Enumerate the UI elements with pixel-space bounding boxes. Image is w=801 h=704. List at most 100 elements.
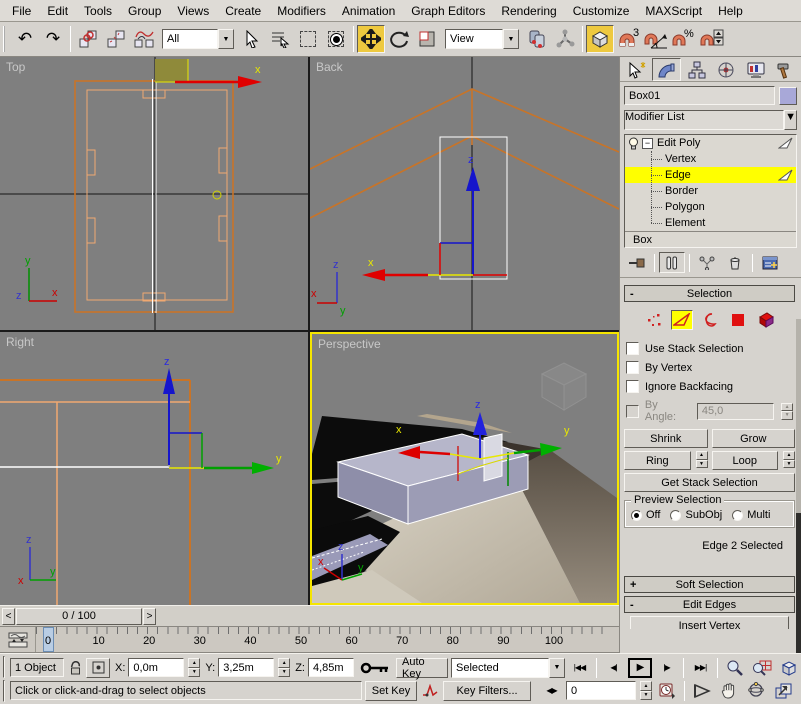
key-mode-combo[interactable]: Selected ▼: [451, 658, 565, 678]
viewport-right[interactable]: Right z: [0, 332, 308, 605]
menu-item-create[interactable]: Create: [217, 2, 269, 20]
stack-row-vertex[interactable]: Vertex: [625, 151, 796, 167]
rectangular-selection-region-button[interactable]: [294, 25, 322, 53]
zoom-extents-button[interactable]: [777, 658, 801, 678]
redo-button[interactable]: ↷: [39, 25, 67, 53]
unlink-selection-button[interactable]: [102, 25, 130, 53]
zoom-button[interactable]: [723, 658, 747, 678]
tab-utilities[interactable]: [772, 58, 800, 81]
by-angle-spinner[interactable]: ▲▼: [781, 403, 793, 420]
menu-item-animation[interactable]: Animation: [334, 2, 403, 20]
set-key-button[interactable]: Set Key: [365, 681, 417, 701]
time-slider-track[interactable]: < 0 / 100 >: [0, 605, 619, 627]
element-mode-button[interactable]: [755, 310, 777, 330]
viewport-perspective[interactable]: Perspective: [310, 332, 619, 605]
grow-button[interactable]: Grow: [712, 429, 796, 448]
viewport-back-canvas[interactable]: z x z x: [310, 57, 619, 330]
snap-toggle-3d-button[interactable]: 3: [614, 25, 642, 53]
go-to-end-button[interactable]: ▶▶|: [689, 658, 712, 678]
time-slider-handle[interactable]: 0 / 100: [16, 608, 142, 625]
selection-lock-toggle[interactable]: [67, 661, 83, 675]
object-name-field[interactable]: Box01: [624, 86, 775, 105]
current-frame-field[interactable]: 0: [566, 681, 636, 700]
tab-hierarchy[interactable]: [683, 58, 711, 81]
by-angle-checkbox[interactable]: By Angle: 45,0 ▲▼: [626, 399, 793, 423]
time-prev-button[interactable]: <: [2, 608, 15, 625]
spinner-up-icon[interactable]: ▲: [781, 403, 793, 412]
viewport-perspective-canvas[interactable]: z x y: [312, 334, 617, 603]
x-spinner[interactable]: ▲▼: [188, 658, 200, 677]
panel-scrollbar[interactable]: [796, 319, 801, 653]
listener-macro-pane[interactable]: [3, 656, 5, 678]
menu-item-help[interactable]: Help: [710, 2, 751, 20]
previous-frame-button[interactable]: ◀|: [602, 658, 625, 678]
bind-to-space-warp-button[interactable]: [130, 25, 158, 53]
get-stack-selection-button[interactable]: Get Stack Selection: [624, 473, 795, 492]
maxscript-mini-listener[interactable]: [0, 654, 8, 704]
stack-row-edit-poly[interactable]: − Edit Poly: [625, 135, 796, 151]
stack-row-element[interactable]: Element: [625, 215, 796, 231]
menu-item-maxscript[interactable]: MAXScript: [637, 2, 710, 20]
y-coordinate-field[interactable]: 3,25m: [218, 658, 274, 677]
preview-subobj-radio[interactable]: SubObj: [670, 509, 722, 521]
menu-item-customize[interactable]: Customize: [565, 2, 638, 20]
new-key-default-in-out-button[interactable]: [420, 684, 440, 698]
selection-filter-combo[interactable]: All ▼: [162, 29, 234, 49]
remove-modifier-button[interactable]: [722, 252, 748, 273]
select-and-link-button[interactable]: [74, 25, 102, 53]
loop-button[interactable]: Loop: [712, 451, 779, 470]
modifier-list-arrow[interactable]: ▼: [784, 110, 797, 130]
loop-spinner[interactable]: ▲▼: [783, 451, 795, 468]
by-vertex-checkbox[interactable]: By Vertex: [626, 361, 793, 374]
pan-view-button[interactable]: [717, 681, 741, 701]
stack-row-edge[interactable]: Edge: [625, 167, 796, 183]
tab-create[interactable]: [622, 58, 650, 81]
modifier-list-combo[interactable]: Modifier List ▼: [624, 110, 797, 130]
menu-item-views[interactable]: Views: [169, 2, 217, 20]
menu-item-tools[interactable]: Tools: [76, 2, 120, 20]
percent-snap-toggle-button[interactable]: %: [670, 25, 698, 53]
key-filters-button[interactable]: Key Filters...: [443, 681, 531, 701]
edit-edges-rollout-header[interactable]: - Edit Edges: [624, 596, 795, 613]
toolbar-grip[interactable]: [3, 26, 8, 52]
open-mini-curve-editor-button[interactable]: [0, 627, 36, 652]
tab-modify[interactable]: [652, 58, 682, 81]
viewport-top-canvas[interactable]: x y x z: [0, 57, 308, 330]
listener-script-pane[interactable]: [3, 680, 5, 702]
auto-key-button[interactable]: Auto Key: [396, 658, 448, 678]
zoom-all-button[interactable]: [750, 658, 774, 678]
key-mode-toggle-button[interactable]: ◀▶: [540, 681, 563, 701]
border-mode-button[interactable]: [699, 310, 721, 330]
object-color-swatch[interactable]: [779, 87, 797, 105]
select-and-scale-button[interactable]: [413, 25, 441, 53]
select-and-move-button[interactable]: [357, 25, 385, 53]
ring-spinner[interactable]: ▲▼: [696, 451, 708, 468]
tab-motion[interactable]: [713, 58, 741, 81]
angle-snap-toggle-button[interactable]: [642, 25, 670, 53]
field-of-view-button[interactable]: [690, 681, 714, 701]
select-by-name-button[interactable]: [266, 25, 294, 53]
viewport-right-canvas[interactable]: z y z x y: [0, 332, 308, 605]
window-crossing-button[interactable]: [322, 25, 350, 53]
time-next-button[interactable]: >: [143, 608, 156, 625]
use-pivot-point-center-button[interactable]: [523, 25, 551, 53]
selection-rollout-header[interactable]: - Selection: [624, 285, 795, 302]
key-mode-arrow[interactable]: ▼: [549, 658, 565, 678]
preview-multi-radio[interactable]: Multi: [732, 509, 770, 521]
maximize-viewport-toggle[interactable]: [771, 681, 795, 701]
reference-coordinate-arrow[interactable]: ▼: [503, 29, 519, 49]
stack-row-box[interactable]: Box: [625, 231, 796, 247]
selection-filter-arrow[interactable]: ▼: [218, 29, 234, 49]
polygon-mode-button[interactable]: [727, 310, 749, 330]
next-frame-button[interactable]: |▶: [655, 658, 678, 678]
pin-stack-button[interactable]: [624, 252, 650, 273]
preview-off-radio[interactable]: Off: [631, 509, 660, 521]
undo-button[interactable]: ↶: [11, 25, 39, 53]
menu-item-rendering[interactable]: Rendering: [493, 2, 564, 20]
z-coordinate-field[interactable]: 4,85m: [308, 658, 354, 677]
menu-item-graph-editors[interactable]: Graph Editors: [403, 2, 493, 20]
stack-row-border[interactable]: Border: [625, 183, 796, 199]
menu-item-file[interactable]: File: [4, 2, 39, 20]
absolute-offset-toggle[interactable]: [86, 658, 110, 678]
insert-vertex-button[interactable]: Insert Vertex: [630, 616, 789, 629]
